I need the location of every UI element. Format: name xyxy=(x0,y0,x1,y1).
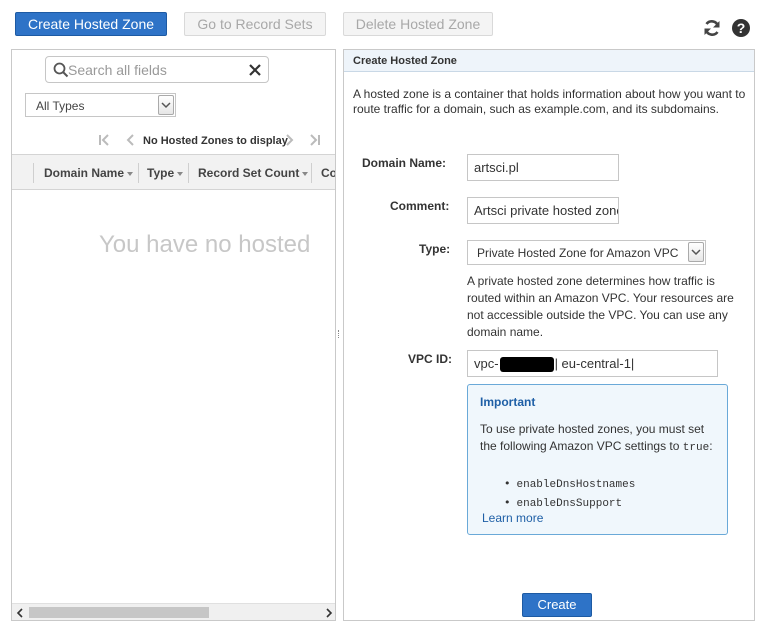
delete-hosted-zone-button[interactable]: Delete Hosted Zone xyxy=(343,12,493,36)
chevron-down-icon xyxy=(158,95,174,115)
important-title: Important xyxy=(480,395,536,409)
help-icon[interactable]: ? xyxy=(731,18,751,38)
scroll-left-icon[interactable] xyxy=(16,608,24,618)
important-notice: Important To use private hosted zones, y… xyxy=(467,384,728,535)
clear-search-icon[interactable] xyxy=(248,63,262,77)
horizontal-scrollbar[interactable] xyxy=(12,603,335,620)
sort-caret-icon xyxy=(127,171,134,176)
column-type[interactable]: Type xyxy=(147,166,184,180)
scroll-right-icon[interactable] xyxy=(325,608,333,618)
zone-type-select[interactable]: Private Hosted Zone for Amazon VPC xyxy=(467,240,706,265)
hosted-zones-panel: All Types No Hosted Zones to display Dom… xyxy=(11,49,336,621)
svg-text:?: ? xyxy=(737,20,746,36)
type-filter-value: All Types xyxy=(36,99,85,113)
search-icon xyxy=(53,62,69,78)
vpc-id-prefix: vpc- xyxy=(474,356,499,371)
column-domain-name[interactable]: Domain Name xyxy=(44,166,134,180)
search-box[interactable] xyxy=(45,56,269,83)
learn-more-link[interactable]: Learn more xyxy=(482,511,543,525)
create-hosted-zone-button[interactable]: Create Hosted Zone xyxy=(15,12,167,36)
zone-type-value: Private Hosted Zone for Amazon VPC xyxy=(477,246,679,260)
domain-name-input[interactable]: artsci.pl xyxy=(467,154,619,181)
redacted-block xyxy=(499,357,554,373)
column-record-set-count[interactable]: Record Set Count xyxy=(198,166,309,180)
prev-page-icon[interactable] xyxy=(126,134,136,146)
create-button[interactable]: Create xyxy=(522,593,592,617)
last-page-icon[interactable] xyxy=(307,134,321,146)
form-intro: A hosted zone is a container that holds … xyxy=(353,87,746,116)
column-comment[interactable]: Co xyxy=(321,166,335,180)
comment-label: Comment: xyxy=(390,199,450,213)
true-keyword: true xyxy=(682,442,710,454)
first-page-icon[interactable] xyxy=(98,134,112,146)
domain-name-label: Domain Name: xyxy=(362,156,447,170)
comment-input[interactable]: Artsci private hosted zone xyxy=(467,197,619,224)
refresh-icon[interactable] xyxy=(702,18,722,38)
vpc-id-input[interactable]: vpc- | eu-central-1| xyxy=(467,350,718,377)
chevron-down-icon xyxy=(688,242,704,262)
scrollbar-thumb[interactable] xyxy=(29,607,209,618)
search-input[interactable] xyxy=(68,60,238,79)
list-item: enableDnsHostnames xyxy=(504,475,636,494)
table-header: Domain Name Type Record Set Count Co xyxy=(12,154,335,190)
zone-type-help: A private hosted zone determines how tra… xyxy=(467,274,734,339)
important-body: To use private hosted zones, you must se… xyxy=(480,422,713,454)
next-page-icon[interactable] xyxy=(284,134,294,146)
type-filter-select[interactable]: All Types xyxy=(25,93,176,117)
pager-status: No Hosted Zones to display xyxy=(143,135,288,147)
vpc-settings-list: enableDnsHostnames enableDnsSupport xyxy=(504,475,636,513)
form-title: Create Hosted Zone xyxy=(353,55,457,67)
vpc-id-label: VPC ID: xyxy=(408,352,453,366)
form-header: Create Hosted Zone xyxy=(344,50,754,72)
panel-splitter[interactable] xyxy=(338,330,340,338)
sort-caret-icon xyxy=(177,171,184,176)
sort-caret-icon xyxy=(302,171,309,176)
go-to-record-sets-button[interactable]: Go to Record Sets xyxy=(184,12,326,36)
create-hosted-zone-form: Create Hosted Zone A hosted zone is a co… xyxy=(343,49,755,621)
empty-list-message: You have no hosted xyxy=(99,231,311,258)
type-label: Type: xyxy=(419,242,451,256)
vpc-id-region: | eu-central-1| xyxy=(554,356,635,371)
